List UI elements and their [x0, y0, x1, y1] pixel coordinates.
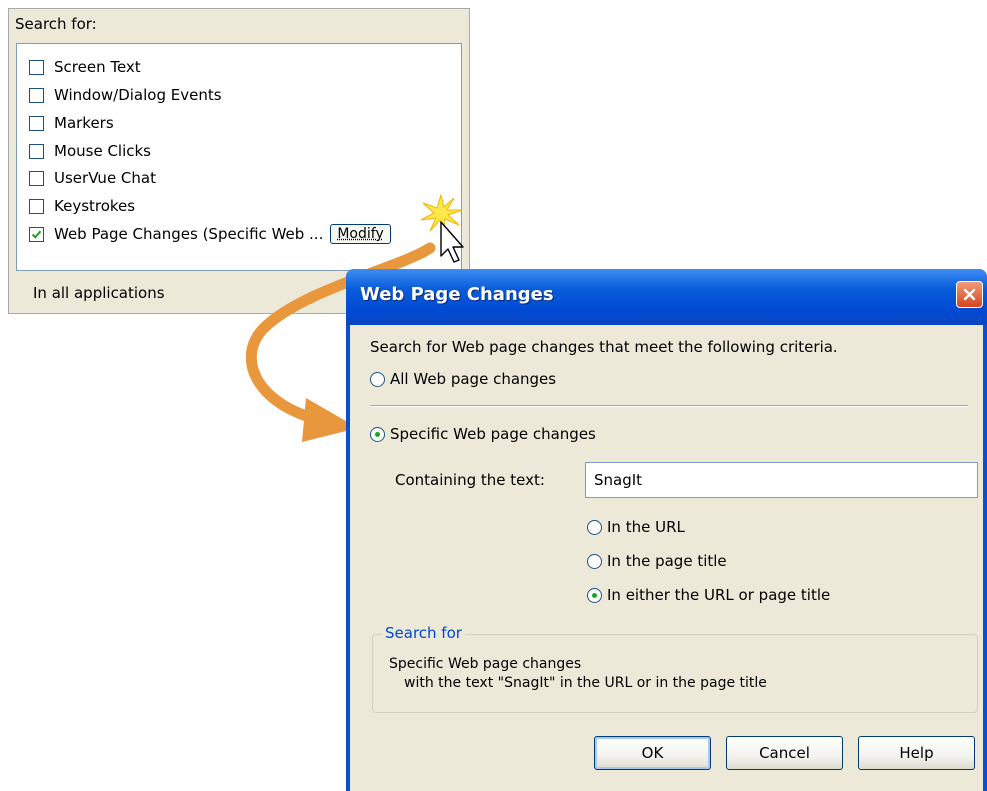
specific-changes-option[interactable]: Specific Web page changes	[370, 425, 596, 443]
option-label: Markers	[54, 114, 114, 132]
option-uservue-chat[interactable]: UserVue Chat	[29, 167, 156, 189]
option-label: Window/Dialog Events	[54, 86, 222, 104]
specific-changes-label: Specific Web page changes	[390, 425, 596, 443]
screen-text-checkbox[interactable]	[29, 59, 44, 75]
option-label: Keystrokes	[54, 197, 136, 215]
specific-changes-radio[interactable]	[370, 426, 385, 442]
in-page-title-label: In the page title	[607, 552, 727, 570]
option-keystrokes[interactable]: Keystrokes	[29, 195, 135, 217]
web-page-changes-dialog: Web Page Changes Search for Web page cha…	[346, 269, 987, 791]
option-mouse-clicks[interactable]: Mouse Clicks	[29, 140, 151, 162]
checkmark-icon	[31, 230, 42, 239]
option-label: Screen Text	[54, 58, 141, 76]
criteria-intro: Search for Web page changes that meet th…	[370, 338, 838, 356]
markers-checkbox[interactable]	[29, 115, 44, 131]
all-changes-label: All Web page changes	[390, 370, 557, 388]
modify-label: Modify	[337, 226, 384, 242]
all-changes-radio[interactable]	[370, 371, 385, 387]
dialog-title: Web Page Changes	[360, 284, 554, 305]
close-button[interactable]	[956, 281, 983, 308]
in-url-radio[interactable]	[587, 519, 602, 535]
in-url-label: In the URL	[607, 518, 685, 536]
search-for-heading: Search for:	[15, 15, 97, 33]
summary-legend: Search for	[382, 624, 465, 642]
option-label: Web Page Changes (Specific Web ...	[54, 225, 324, 243]
containing-text-input[interactable]	[585, 462, 978, 498]
web-page-changes-checkbox[interactable]	[29, 226, 44, 242]
search-summary-group: Search for Specific Web page changes wit…	[372, 624, 978, 713]
mouse-clicks-checkbox[interactable]	[29, 143, 44, 159]
option-label: UserVue Chat	[54, 169, 156, 187]
summary-line: Specific Web page changes	[389, 656, 582, 672]
option-web-page-changes[interactable]: Web Page Changes (Specific Web ... Modif…	[29, 223, 391, 245]
summary-line: with the text "SnagIt" in the URL or in …	[404, 675, 767, 691]
cancel-button[interactable]: Cancel	[726, 736, 843, 770]
all-changes-option[interactable]: All Web page changes	[370, 370, 556, 388]
in-page-title-radio[interactable]	[587, 553, 602, 569]
dialog-body: Search for Web page changes that meet th…	[350, 325, 983, 791]
separator	[370, 405, 968, 407]
in-url-option[interactable]: In the URL	[587, 518, 685, 536]
keystrokes-checkbox[interactable]	[29, 198, 44, 214]
window-dialog-events-checkbox[interactable]	[29, 87, 44, 103]
close-icon	[963, 288, 976, 301]
uservue-chat-checkbox[interactable]	[29, 170, 44, 186]
option-markers[interactable]: Markers	[29, 112, 114, 134]
containing-text-label: Containing the text:	[395, 471, 545, 489]
search-type-list: Screen Text Window/Dialog Events Markers…	[16, 43, 462, 271]
in-page-title-option[interactable]: In the page title	[587, 552, 727, 570]
dialog-title-bar[interactable]: Web Page Changes	[346, 269, 987, 325]
option-screen-text[interactable]: Screen Text	[29, 56, 141, 78]
scope-label: In all applications	[33, 284, 165, 302]
modify-button[interactable]: Modify	[330, 224, 391, 244]
help-button[interactable]: Help	[858, 736, 975, 770]
option-label: Mouse Clicks	[54, 142, 151, 160]
in-either-option[interactable]: In either the URL or page title	[587, 586, 830, 604]
in-either-label: In either the URL or page title	[607, 586, 831, 604]
in-either-radio[interactable]	[587, 587, 602, 603]
ok-button[interactable]: OK	[594, 736, 711, 770]
option-window-dialog-events[interactable]: Window/Dialog Events	[29, 84, 222, 106]
